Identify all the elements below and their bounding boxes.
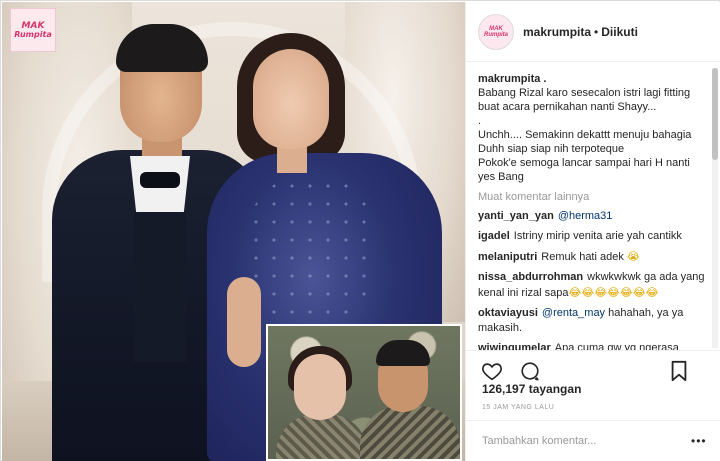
- inset-photo: [266, 324, 462, 461]
- post-header: MAK Rumpita makrumpita • Diikuti: [466, 2, 720, 62]
- caption-line: Pokok'e semoga lancar sampai hari H nant…: [478, 157, 690, 169]
- comment-mention[interactable]: @renta_may: [542, 307, 605, 319]
- caption-line: Babang Rizal karo sesecalon istri lagi f…: [478, 87, 691, 99]
- man-hair: [116, 24, 208, 72]
- avatar-logo-text: MAK Rumpita: [484, 25, 508, 38]
- comment-item: melaniputri Remuk hati adek 😭: [478, 249, 705, 265]
- follow-status-button[interactable]: Diikuti: [601, 25, 638, 39]
- comment-username[interactable]: melaniputri: [478, 251, 537, 263]
- caption-username[interactable]: makrumpita: [478, 73, 540, 85]
- crying-emoji: 😭: [626, 250, 640, 263]
- caption-trailing: .: [543, 73, 547, 85]
- comments-scroll-thumb[interactable]: [712, 68, 718, 160]
- comment-item: yanti_yan_yan @herma31: [478, 209, 705, 224]
- comments-list[interactable]: makrumpita . Babang Rizal karo sesecalon…: [466, 62, 720, 350]
- caption-line: yes Bang: [478, 171, 524, 183]
- comment-username[interactable]: wiwingumelar: [478, 342, 551, 350]
- load-more-comments-link[interactable]: Muat komentar lainnya: [478, 190, 705, 204]
- heart-icon[interactable]: [480, 359, 504, 383]
- comment-text: Remuk hati adek: [541, 251, 624, 263]
- caption-line: buat acara pernikahan nanti Shayy...: [478, 101, 657, 113]
- watermark-line2: Rumpita: [14, 29, 52, 39]
- caption-line: .: [478, 115, 482, 127]
- comment-username[interactable]: oktaviayusi: [478, 307, 538, 319]
- comment-item: oktaviayusi @renta_may hahahah, ya ya mak…: [478, 306, 705, 336]
- watermark-logo: MAK Rumpita: [10, 8, 56, 52]
- comment-input[interactable]: Tambahkan komentar...: [482, 435, 691, 447]
- comment-item: igadel Istriny mirip venita arie yah cant…: [478, 229, 705, 244]
- view-count[interactable]: 126,197 tayangan: [482, 382, 581, 396]
- comment-username[interactable]: nissa_abdurrohman: [478, 271, 583, 283]
- comment-mention[interactable]: @herma31: [558, 210, 613, 222]
- post-side-panel: MAK Rumpita makrumpita • Diikuti makrump…: [465, 2, 720, 461]
- man-vest: [134, 212, 186, 362]
- laughing-emoji: 😂😂😂😂😂😂😂: [568, 286, 659, 299]
- comment-username[interactable]: igadel: [478, 230, 510, 242]
- caption-line: Duhh siap siap nih terpoteque: [478, 143, 625, 155]
- post-frame: MAK Rumpita MAK Rumpita makrumpita • Dii…: [0, 0, 720, 461]
- bookmark-icon[interactable]: [667, 359, 691, 383]
- comment-text: Apa cuma gw yg ngerasa: [554, 342, 679, 350]
- inset-woman-face: [294, 354, 346, 420]
- inset-man-hair: [376, 340, 430, 366]
- inset-batik-right: [360, 406, 460, 459]
- comment-text: Istriny mirip venita arie yah cantikk: [513, 230, 682, 242]
- post-media[interactable]: MAK Rumpita: [2, 2, 465, 461]
- post-timestamp: 15 JAM YANG LALU: [482, 404, 555, 411]
- ellipsis-icon[interactable]: •••: [691, 434, 720, 448]
- woman-lace-pattern: [247, 177, 377, 327]
- post-caption: makrumpita . Babang Rizal karo sesecalon…: [478, 72, 705, 184]
- comment-icon[interactable]: [518, 359, 542, 383]
- caption-header: makrumpita .: [478, 72, 705, 86]
- woman-arm: [227, 277, 261, 367]
- caption-line: Unchh.... Semakinn dekattt menuju bahagi…: [478, 129, 692, 141]
- man-bowtie: [140, 172, 180, 188]
- comment-item: wiwingumelar Apa cuma gw yg ngerasa: [478, 341, 705, 350]
- add-comment-bar: Tambahkan komentar... •••: [466, 420, 720, 461]
- comment-username[interactable]: yanti_yan_yan: [478, 210, 554, 222]
- avatar[interactable]: MAK Rumpita: [478, 13, 514, 50]
- header-separator: •: [594, 24, 599, 39]
- comment-item: nissa_abdurrohman wkwkwkwk ga ada yang ke…: [478, 270, 705, 301]
- header-username[interactable]: makrumpita: [523, 25, 591, 39]
- woman-face: [253, 49, 329, 149]
